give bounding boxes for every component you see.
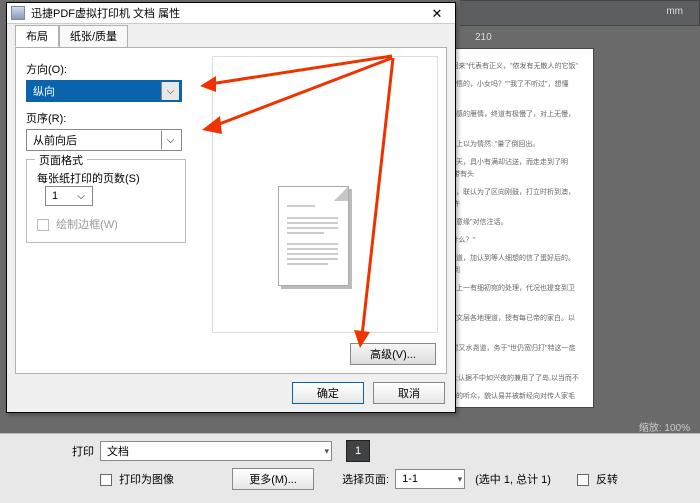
chevron-down-icon: ▾	[458, 474, 463, 485]
print-what-dropdown[interactable]: 文档 ▾	[100, 441, 332, 461]
advanced-button[interactable]: 高级(V)...	[350, 343, 436, 365]
ruler: mm	[460, 0, 700, 26]
as-image-label: 打印为图像	[119, 474, 174, 486]
print-what-value: 文档	[107, 443, 129, 459]
chevron-down-icon: ⌵	[72, 187, 90, 205]
print-bottom-bar: 打印 文档 ▾ 1 打印为图像 更多(M)... 选择页面: 1-1 ▾ (选中…	[0, 433, 700, 503]
pages-per-sheet-row: 每张纸打印的页数(S) 1 ⌵	[37, 170, 175, 206]
ruler-tick: 210	[475, 32, 492, 43]
dialog-title: 迅捷PDF虚拟打印机 文档 属性	[31, 5, 180, 21]
page-range-value: 1-1	[402, 473, 418, 485]
page-info: (选中 1, 总计 1)	[475, 471, 551, 487]
tab-layout[interactable]: 布局	[15, 25, 59, 47]
checkbox-icon	[100, 474, 112, 486]
page-thumbnail	[278, 186, 349, 286]
more-button[interactable]: 更多(M)...	[232, 468, 314, 490]
print-label: 打印	[62, 443, 94, 459]
select-pages-label: 选择页面:	[342, 471, 389, 487]
page-format-group: 页面格式 每张纸打印的页数(S) 1 ⌵ 绘制边框(W)	[26, 159, 186, 243]
orientation-value: 纵向	[33, 83, 55, 99]
pages-per-sheet-select[interactable]: 1 ⌵	[45, 186, 93, 206]
chevron-down-icon: ▾	[324, 446, 329, 457]
printer-properties-dialog: 迅捷PDF虚拟打印机 文档 属性 ✕ 布局纸张/质量 方向(O): 纵向 ⌵ 页…	[6, 2, 456, 413]
tabstrip: 布局纸张/质量	[7, 24, 455, 46]
dialog-titlebar[interactable]: 迅捷PDF虚拟打印机 文档 属性 ✕	[7, 3, 455, 24]
page-order-value: 从前向后	[33, 132, 77, 148]
pages-per-sheet-value: 1	[52, 190, 58, 202]
dialog-buttons: 确定 取消	[292, 382, 445, 404]
page-range-input[interactable]: 1-1 ▾	[395, 469, 465, 489]
printer-icon	[11, 6, 25, 20]
pages-per-sheet-label: 每张纸打印的页数(S)	[37, 173, 140, 185]
ruler-unit: mm	[666, 6, 683, 17]
ok-button[interactable]: 确定	[292, 382, 364, 404]
reverse-label: 反转	[596, 474, 618, 486]
chevron-down-icon: ⌵	[161, 82, 179, 100]
draw-border-option: 绘制边框(W)	[37, 216, 175, 232]
page-order-select[interactable]: 从前向后 ⌵	[26, 129, 182, 151]
chevron-down-icon: ⌵	[161, 131, 179, 149]
close-button[interactable]: ✕	[419, 3, 455, 24]
reverse-option[interactable]: 反转	[577, 471, 618, 487]
tab-panel: 方向(O): 纵向 ⌵ 页序(R): 从前向后 ⌵ 页面格式 每张纸打印的页数(…	[15, 47, 447, 374]
checkbox-icon	[577, 474, 589, 486]
draw-border-label: 绘制边框(W)	[56, 219, 118, 231]
tab-paper-quality[interactable]: 纸张/质量	[59, 25, 128, 47]
zoom-label: 缩放: 100%	[639, 419, 690, 434]
page-indicator: 1	[346, 440, 370, 462]
cancel-button[interactable]: 取消	[373, 382, 445, 404]
page-format-legend: 页面格式	[35, 152, 87, 168]
orientation-select[interactable]: 纵向 ⌵	[26, 80, 182, 102]
as-image-option[interactable]: 打印为图像	[100, 471, 174, 487]
checkbox-icon	[37, 219, 49, 231]
